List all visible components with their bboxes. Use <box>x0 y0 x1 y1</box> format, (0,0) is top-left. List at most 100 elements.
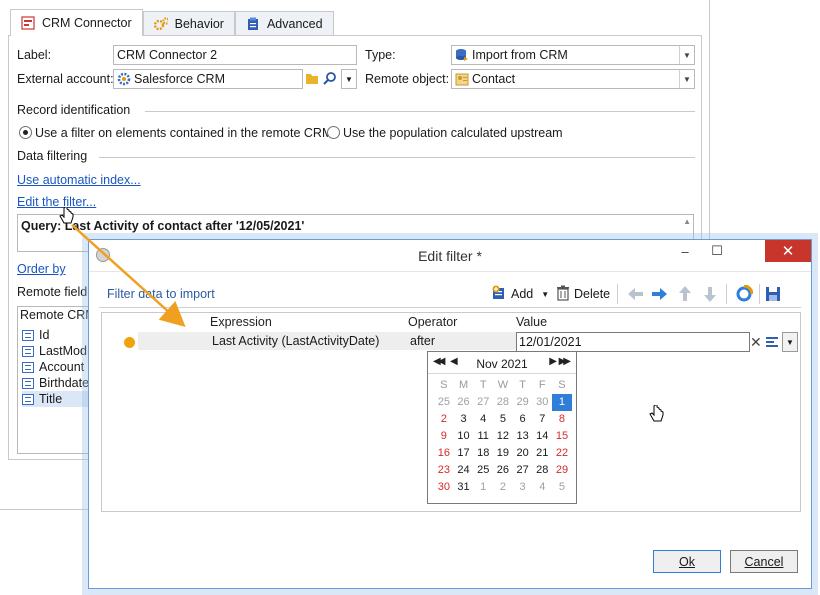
calendar-day[interactable]: 7 <box>532 411 552 428</box>
chevron-down-icon: ▼ <box>786 337 794 347</box>
chevron-down-icon[interactable]: ▼ <box>541 290 549 299</box>
calendar-day[interactable]: 22 <box>552 445 572 462</box>
ok-button[interactable]: Ok <box>653 550 721 573</box>
calendar-day[interactable]: 5 <box>552 479 572 496</box>
calendar-day[interactable]: 8 <box>552 411 572 428</box>
calendar-day[interactable]: 25 <box>434 394 454 411</box>
clear-icon[interactable]: ✕ <box>750 334 762 351</box>
external-account-dropdown[interactable]: ▼ <box>341 69 357 89</box>
label-input[interactable]: CRM Connector 2 <box>113 45 357 65</box>
calendar-day[interactable]: 5 <box>493 411 513 428</box>
calendar-day[interactable]: 2 <box>434 411 454 428</box>
weekday-label: S <box>558 379 566 391</box>
calendar-day[interactable]: 27 <box>473 394 493 411</box>
arrow-up-icon[interactable] <box>677 284 693 304</box>
arrow-right-icon[interactable] <box>651 284 669 304</box>
list-item[interactable]: Account <box>22 359 84 375</box>
list-item[interactable]: Id <box>22 327 49 343</box>
calendar-day[interactable]: 11 <box>473 428 493 445</box>
list-item[interactable]: LastMod <box>22 343 87 359</box>
tab-crm-connector[interactable]: CRM Connector <box>10 9 143 36</box>
calendar-day[interactable]: 29 <box>513 394 533 411</box>
calendar-day[interactable]: 15 <box>552 428 572 445</box>
remote-object-value: Contact <box>472 72 516 86</box>
calendar-day[interactable]: 18 <box>473 445 493 462</box>
calendar-day[interactable]: 26 <box>493 462 513 479</box>
calendar-day[interactable]: 6 <box>513 411 533 428</box>
external-account-caption: External account: <box>17 72 114 86</box>
calendar-day[interactable]: 3 <box>513 479 533 496</box>
refresh-icon[interactable] <box>735 284 753 304</box>
calendar-day[interactable]: 25 <box>473 462 493 479</box>
weekday-label: T <box>519 379 526 391</box>
calendar-day[interactable]: 30 <box>434 479 454 496</box>
value-input[interactable]: 12/01/2021 <box>516 332 750 352</box>
remote-object-caption: Remote object: <box>365 72 450 86</box>
calendar-day[interactable]: 4 <box>532 479 552 496</box>
expression-cell[interactable]: Last Activity (LastActivityDate) <box>212 334 379 348</box>
folder-icon[interactable] <box>305 71 319 88</box>
calendar-day[interactable]: 1 <box>552 394 572 411</box>
calendar-day[interactable]: 24 <box>454 462 474 479</box>
next-year-icon[interactable]: ▶▶ <box>559 356 572 367</box>
column-operator[interactable]: Operator <box>408 315 457 329</box>
cancel-button[interactable]: Cancel <box>730 550 798 573</box>
calendar-day[interactable]: 10 <box>454 428 474 445</box>
calendar-day[interactable]: 12 <box>493 428 513 445</box>
arrow-down-icon[interactable] <box>702 284 718 304</box>
delete-button[interactable]: Delete <box>556 284 610 304</box>
add-button[interactable]: Add ▼ <box>491 284 549 304</box>
calendar-day[interactable]: 30 <box>532 394 552 411</box>
external-account-input[interactable]: Salesforce CRM <box>113 69 303 89</box>
calendar-day[interactable]: 20 <box>513 445 533 462</box>
chevron-down-icon[interactable]: ▼ <box>679 70 694 88</box>
save-icon[interactable] <box>765 284 781 304</box>
population-upstream-radio[interactable] <box>327 126 340 139</box>
calendar-day[interactable]: 9 <box>434 428 454 445</box>
search-icon[interactable] <box>323 71 337 88</box>
calendar-day[interactable]: 23 <box>434 462 454 479</box>
order-by-link[interactable]: Order by <box>17 262 66 276</box>
chevron-down-icon[interactable]: ▼ <box>679 46 694 64</box>
list-item[interactable]: Birthdate <box>22 375 89 391</box>
automatic-index-link[interactable]: Use automatic index... <box>17 173 141 187</box>
next-month-icon[interactable]: ▶ <box>549 356 557 367</box>
calendar-day[interactable]: 29 <box>552 462 572 479</box>
calendar-day[interactable]: 26 <box>454 394 474 411</box>
arrow-left-icon[interactable] <box>626 284 644 304</box>
clipboard-icon <box>246 17 260 31</box>
scroll-up-icon[interactable]: ▲ <box>683 217 691 226</box>
calendar-day[interactable]: 4 <box>473 411 493 428</box>
calendar-day[interactable]: 14 <box>532 428 552 445</box>
tab-advanced[interactable]: Advanced <box>234 11 334 36</box>
calendar-day[interactable]: 17 <box>454 445 474 462</box>
edit-filter-link[interactable]: Edit the filter... <box>17 195 96 209</box>
calendar-day[interactable]: 3 <box>454 411 474 428</box>
filter-remote-radio[interactable] <box>19 126 32 139</box>
maximize-icon[interactable]: ☐ <box>701 240 733 262</box>
calendar-day[interactable]: 28 <box>532 462 552 479</box>
toolbar-separator <box>726 284 727 304</box>
calendar-day[interactable]: 19 <box>493 445 513 462</box>
calendar-day[interactable]: 27 <box>513 462 533 479</box>
list-options-icon[interactable] <box>766 336 778 347</box>
type-select[interactable]: Import from CRM ▼ <box>451 45 695 65</box>
population-upstream-label: Use the population calculated upstream <box>343 126 563 140</box>
calendar-day[interactable]: 31 <box>454 479 474 496</box>
value-dropdown[interactable]: ▼ <box>782 332 798 352</box>
tab-behavior[interactable]: Behavior <box>142 11 235 36</box>
query-label: Query: <box>21 219 62 233</box>
calendar-day[interactable]: 13 <box>513 428 533 445</box>
column-expression[interactable]: Expression <box>210 315 272 329</box>
calendar-day[interactable]: 16 <box>434 445 454 462</box>
minimize-icon[interactable]: – <box>669 240 701 262</box>
close-icon[interactable]: ✕ <box>765 240 811 262</box>
calendar-day[interactable]: 2 <box>493 479 513 496</box>
calendar-day[interactable]: 28 <box>493 394 513 411</box>
column-value[interactable]: Value <box>516 315 547 329</box>
remote-object-select[interactable]: Contact ▼ <box>451 69 695 89</box>
calendar-day[interactable]: 1 <box>473 479 493 496</box>
calendar-day[interactable]: 21 <box>532 445 552 462</box>
field-icon <box>22 361 34 373</box>
operator-cell[interactable]: after <box>410 334 435 348</box>
